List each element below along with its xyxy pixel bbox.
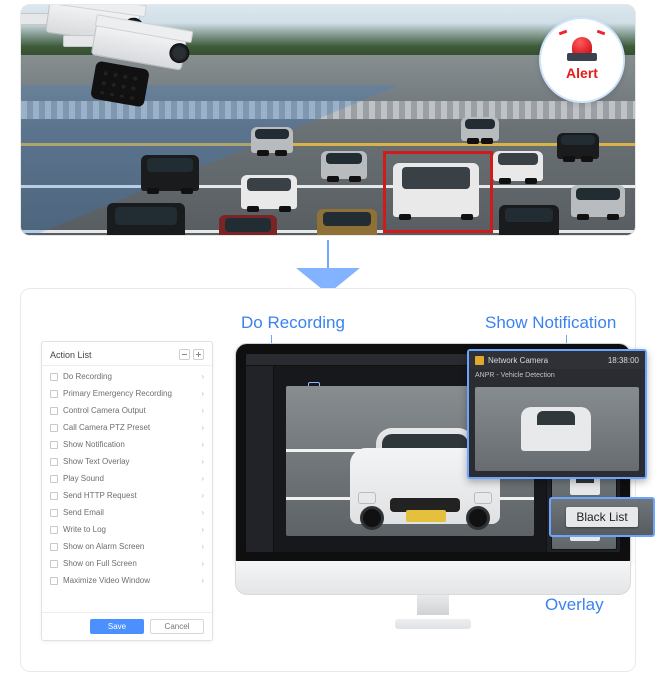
actions-panel: Do Recording Show Notification Show Text… <box>20 288 636 672</box>
notification-camera-name: Network Camera <box>488 356 548 365</box>
checkbox[interactable] <box>50 458 58 466</box>
chevron-right-icon: › <box>201 474 204 483</box>
action-list-item-label: Send Email <box>63 508 104 517</box>
car-white <box>493 151 543 181</box>
car-silver <box>571 185 625 217</box>
license-plate <box>406 510 446 522</box>
action-list-item[interactable]: Send Email › <box>42 504 212 521</box>
action-list-item-label: Primary Emergency Recording <box>63 389 172 398</box>
car-gold <box>317 209 377 236</box>
action-list-item-label: Write to Log <box>63 525 106 534</box>
action-list-item[interactable]: Show Text Overlay › <box>42 453 212 470</box>
action-list-item[interactable]: Send HTTP Request › <box>42 487 212 504</box>
action-list-item[interactable]: Do Recording › <box>42 368 212 385</box>
checkbox[interactable] <box>50 492 58 500</box>
car-black <box>499 205 559 236</box>
expand-button[interactable] <box>193 349 204 360</box>
action-list-dialog: Action List Do Recording›Primary Emergen… <box>41 341 213 641</box>
car-silver <box>251 127 293 153</box>
action-list-header: Action List <box>42 342 212 366</box>
action-list-item-label: Show on Full Screen <box>63 559 137 568</box>
notification-popup: Network Camera 18:38:00 ANPR - Vehicle D… <box>467 349 647 479</box>
action-list-item-label: Control Camera Output <box>63 406 146 415</box>
action-list-item[interactable]: Show Notification › <box>42 436 212 453</box>
collapse-button[interactable] <box>179 349 190 360</box>
chevron-right-icon: › <box>201 406 204 415</box>
action-list-item-label: Do Recording <box>63 372 112 381</box>
chevron-right-icon: › <box>201 525 204 534</box>
chevron-right-icon: › <box>201 423 204 432</box>
chevron-right-icon: › <box>201 491 204 500</box>
checkbox[interactable] <box>50 373 58 381</box>
chevron-right-icon: › <box>201 440 204 449</box>
action-list-item[interactable]: Play Sound › <box>42 470 212 487</box>
action-list-item-label: Call Camera PTZ Preset <box>63 423 150 432</box>
action-list-item[interactable]: Show on Full Screen › <box>42 555 212 572</box>
checkbox[interactable] <box>50 475 58 483</box>
save-button[interactable]: Save <box>90 619 144 634</box>
notification-event-text: ANPR - Vehicle Detection <box>469 369 645 382</box>
action-list-item[interactable]: Show on Alarm Screen › <box>42 538 212 555</box>
checkbox[interactable] <box>50 543 58 551</box>
checkbox[interactable] <box>50 441 58 449</box>
action-list-item-label: Show Notification <box>63 440 125 449</box>
anpr-cameras <box>20 4 205 113</box>
app-left-sidebar <box>246 366 274 552</box>
action-list-item[interactable]: Primary Emergency Recording › <box>42 385 212 402</box>
highway-detection-image: Alert <box>20 4 636 236</box>
chevron-right-icon: › <box>201 372 204 381</box>
ir-illuminator-icon <box>90 61 150 108</box>
action-list-item-label: Maximize Video Window <box>63 576 150 585</box>
checkbox[interactable] <box>50 577 58 585</box>
car-silver <box>461 117 499 141</box>
notification-snapshot <box>475 387 639 471</box>
callout-do-recording: Do Recording <box>241 313 345 333</box>
car-silver <box>321 151 367 179</box>
action-list-item-label: Show on Alarm Screen <box>63 542 144 551</box>
action-list-item[interactable]: Control Camera Output › <box>42 402 212 419</box>
action-list-item-label: Send HTTP Request <box>63 491 137 500</box>
alert-badge: Alert <box>539 17 625 103</box>
cancel-button[interactable]: Cancel <box>150 619 204 634</box>
checkbox[interactable] <box>50 560 58 568</box>
detection-bounding-box <box>383 151 493 233</box>
chevron-right-icon: › <box>201 508 204 517</box>
chevron-right-icon: › <box>201 457 204 466</box>
siren-icon <box>567 35 597 61</box>
car-red <box>219 215 277 236</box>
checkbox[interactable] <box>50 526 58 534</box>
chevron-right-icon: › <box>201 389 204 398</box>
car-black <box>557 133 599 159</box>
chevron-right-icon: › <box>201 542 204 551</box>
notification-timestamp: 18:38:00 <box>608 356 639 365</box>
warning-icon <box>475 356 484 365</box>
flow-arrow-down-icon <box>296 240 360 294</box>
action-list-item-label: Play Sound <box>63 474 104 483</box>
checkbox[interactable] <box>50 407 58 415</box>
car-white <box>241 175 297 209</box>
checkbox[interactable] <box>50 509 58 517</box>
chevron-right-icon: › <box>201 576 204 585</box>
text-overlay-callout: Black List <box>549 497 655 537</box>
action-list-item-label: Show Text Overlay <box>63 457 130 466</box>
car-black <box>107 203 185 236</box>
action-list-title: Action List <box>50 350 92 360</box>
checkbox[interactable] <box>50 390 58 398</box>
action-list-items: Do Recording›Primary Emergency Recording… <box>42 366 212 589</box>
text-overlay-tag: Black List <box>566 507 637 527</box>
action-list-item[interactable]: Maximize Video Window › <box>42 572 212 589</box>
action-list-item[interactable]: Write to Log › <box>42 521 212 538</box>
alert-label: Alert <box>566 65 598 81</box>
car-black <box>141 155 199 191</box>
action-list-item[interactable]: Call Camera PTZ Preset › <box>42 419 212 436</box>
chevron-right-icon: › <box>201 559 204 568</box>
checkbox[interactable] <box>50 424 58 432</box>
callout-show-notification: Show Notification <box>485 313 616 333</box>
